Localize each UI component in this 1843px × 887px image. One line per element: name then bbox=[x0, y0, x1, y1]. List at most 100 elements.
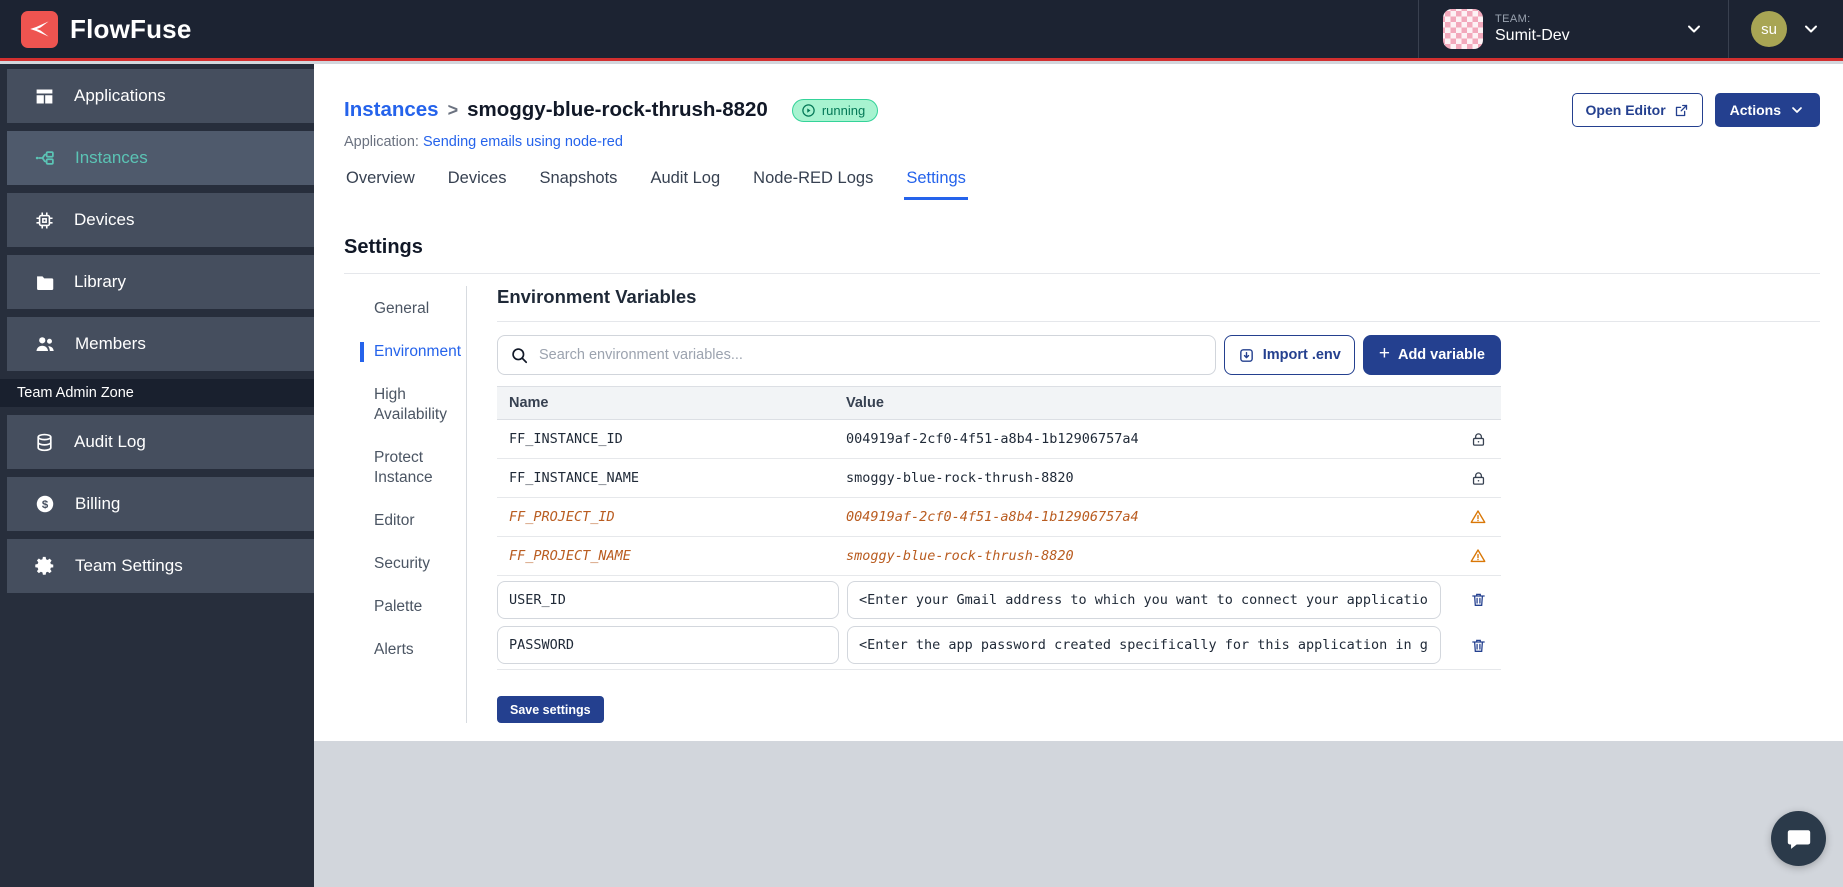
settings-nav-protect-instance[interactable]: Protect Instance bbox=[360, 448, 466, 488]
billing-icon: $ bbox=[34, 493, 56, 515]
sidebar-item-label: Instances bbox=[75, 148, 148, 167]
team-settings-icon bbox=[34, 555, 56, 577]
settings-nav-environment[interactable]: Environment bbox=[360, 342, 466, 362]
env-var-row: FF_PROJECT_ID 004919af-2cf0-4f51-a8b4-1b… bbox=[497, 498, 1501, 537]
sidebar-item-label: Applications bbox=[74, 86, 166, 105]
sidebar-item-members[interactable]: Members bbox=[7, 317, 314, 371]
team-selector[interactable]: TEAM: Sumit-Dev bbox=[1418, 0, 1728, 58]
trash-icon bbox=[1470, 637, 1487, 654]
tab-overview[interactable]: Overview bbox=[344, 165, 417, 200]
applications-icon bbox=[34, 86, 55, 107]
delete-variable-button[interactable] bbox=[1470, 591, 1487, 608]
tab-node-red-logs[interactable]: Node-RED Logs bbox=[751, 165, 875, 200]
env-variables-table: Name Value FF_INSTANCE_ID 004919af-2cf0-… bbox=[497, 386, 1501, 670]
warning-icon bbox=[1469, 547, 1487, 565]
env-var-name: FF_PROJECT_NAME bbox=[509, 548, 631, 564]
env-var-row: FF_PROJECT_NAME smoggy-blue-rock-thrush-… bbox=[497, 537, 1501, 576]
settings-nav-high-availability[interactable]: High Availability bbox=[360, 385, 466, 425]
column-value: Value bbox=[846, 395, 884, 411]
tab-settings[interactable]: Settings bbox=[904, 165, 968, 200]
sidebar-item-library[interactable]: Library bbox=[7, 255, 314, 309]
environment-panel: Environment Variables Import .env + bbox=[497, 286, 1820, 723]
env-var-name: FF_INSTANCE_ID bbox=[509, 431, 623, 447]
plus-icon: + bbox=[1378, 343, 1390, 364]
status-text: running bbox=[821, 102, 866, 118]
instance-tabs: Overview Devices Snapshots Audit Log Node-RE… bbox=[344, 165, 1820, 200]
chevron-down-icon bbox=[1684, 19, 1704, 39]
breadcrumb: Instances > smoggy-blue-rock-thrush-8820… bbox=[344, 93, 1820, 127]
settings-nav-alerts[interactable]: Alerts bbox=[360, 640, 466, 660]
env-var-name-input[interactable] bbox=[497, 626, 839, 664]
env-var-row bbox=[497, 623, 1501, 670]
members-icon bbox=[34, 333, 56, 355]
instances-icon bbox=[34, 147, 56, 169]
sidebar-item-label: Devices bbox=[74, 210, 135, 229]
env-var-row bbox=[497, 576, 1501, 623]
divider bbox=[344, 273, 1820, 274]
sidebar-item-label: Audit Log bbox=[74, 432, 146, 451]
brand-name: FlowFuse bbox=[70, 13, 192, 44]
chevron-down-icon bbox=[1801, 19, 1821, 39]
env-var-row: FF_INSTANCE_ID 004919af-2cf0-4f51-a8b4-1… bbox=[497, 420, 1501, 459]
library-icon bbox=[34, 272, 55, 293]
search-icon bbox=[510, 346, 529, 365]
devices-icon bbox=[34, 210, 55, 231]
flowfuse-logo-icon bbox=[21, 10, 58, 48]
chat-bubble-icon bbox=[1785, 825, 1813, 853]
env-var-value: smoggy-blue-rock-thrush-8820 bbox=[846, 470, 1074, 486]
save-settings-button[interactable]: Save settings bbox=[497, 696, 604, 723]
sidebar-item-label: Members bbox=[75, 334, 146, 353]
add-variable-button[interactable]: + Add variable bbox=[1362, 335, 1501, 375]
sidebar: Applications Instances Devices Library M… bbox=[0, 64, 314, 887]
env-var-value: smoggy-blue-rock-thrush-8820 bbox=[846, 548, 1074, 564]
tab-audit-log[interactable]: Audit Log bbox=[648, 165, 722, 200]
settings-subnav: General Environment High Availability Prote… bbox=[360, 286, 467, 723]
settings-nav-general[interactable]: General bbox=[360, 299, 466, 319]
breadcrumb-separator: > bbox=[447, 99, 459, 120]
env-var-value-input[interactable] bbox=[847, 580, 1441, 619]
play-circle-icon bbox=[801, 103, 816, 118]
column-name: Name bbox=[509, 395, 549, 411]
sidebar-item-team-settings[interactable]: Team Settings bbox=[7, 539, 314, 593]
sidebar-item-label: Library bbox=[74, 272, 126, 291]
env-var-row: FF_INSTANCE_NAME smoggy-blue-rock-thrush… bbox=[497, 459, 1501, 498]
download-icon bbox=[1238, 347, 1255, 364]
user-menu[interactable]: su bbox=[1728, 0, 1843, 58]
env-var-value-input[interactable] bbox=[847, 626, 1441, 664]
sidebar-item-billing[interactable]: $ Billing bbox=[7, 477, 314, 531]
open-editor-button[interactable]: Open Editor bbox=[1571, 93, 1703, 127]
open-editor-label: Open Editor bbox=[1585, 102, 1666, 118]
sidebar-item-instances[interactable]: Instances bbox=[7, 131, 314, 185]
audit-log-icon bbox=[34, 432, 55, 453]
env-var-value: 004919af-2cf0-4f51-a8b4-1b12906757a4 bbox=[846, 509, 1139, 525]
sidebar-item-applications[interactable]: Applications bbox=[7, 69, 314, 123]
actions-button[interactable]: Actions bbox=[1714, 93, 1820, 127]
trash-icon bbox=[1470, 591, 1487, 608]
table-header: Name Value bbox=[497, 386, 1501, 420]
application-link[interactable]: Sending emails using node-red bbox=[423, 134, 623, 150]
application-line: Application: Sending emails using node-r… bbox=[344, 134, 1820, 150]
env-var-name-input[interactable] bbox=[497, 580, 839, 619]
sidebar-item-audit-log[interactable]: Audit Log bbox=[7, 415, 314, 469]
tab-snapshots[interactable]: Snapshots bbox=[537, 165, 619, 200]
env-var-name: FF_INSTANCE_NAME bbox=[509, 470, 640, 486]
brand[interactable]: FlowFuse bbox=[0, 10, 192, 48]
add-variable-label: Add variable bbox=[1397, 347, 1485, 363]
sidebar-item-devices[interactable]: Devices bbox=[7, 193, 314, 247]
settings-nav-palette[interactable]: Palette bbox=[360, 597, 466, 617]
search-input[interactable] bbox=[539, 347, 1203, 363]
warning-icon bbox=[1469, 508, 1487, 526]
tab-devices[interactable]: Devices bbox=[446, 165, 509, 200]
import-env-button[interactable]: Import .env bbox=[1223, 335, 1355, 375]
status-badge: running bbox=[791, 98, 879, 122]
svg-text:$: $ bbox=[42, 499, 49, 511]
chat-widget-button[interactable] bbox=[1771, 811, 1826, 866]
settings-heading: Settings bbox=[344, 236, 423, 258]
delete-variable-button[interactable] bbox=[1470, 637, 1487, 654]
team-label: TEAM: bbox=[1495, 12, 1531, 25]
settings-nav-editor[interactable]: Editor bbox=[360, 511, 466, 531]
settings-nav-security[interactable]: Security bbox=[360, 554, 466, 574]
user-avatar: su bbox=[1751, 11, 1787, 47]
breadcrumb-instances-link[interactable]: Instances bbox=[344, 98, 439, 122]
team-name: Sumit-Dev bbox=[1495, 27, 1570, 44]
